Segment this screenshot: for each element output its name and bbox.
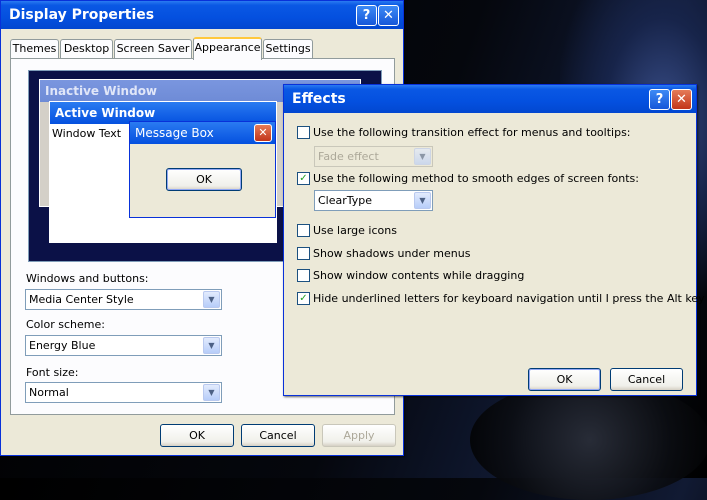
help-button[interactable]: ? <box>649 89 670 110</box>
drag-contents-label: Show window contents while dragging <box>313 269 525 282</box>
close-icon: ✕ <box>254 124 272 142</box>
check-icon[interactable]: ✓ <box>297 292 310 305</box>
window-title: Display Properties <box>9 7 155 23</box>
smooth-fonts-label: Use the following method to smooth edges… <box>313 172 639 185</box>
tab-themes[interactable]: Themes <box>10 39 59 58</box>
shadows-label: Show shadows under menus <box>313 247 471 260</box>
windows-buttons-label: Windows and buttons: <box>26 272 149 285</box>
preview-message-box-title-text: Message Box <box>135 126 214 140</box>
preview-message-box: Message Box ✕ OK <box>129 121 276 218</box>
font-size-label: Font size: <box>26 366 79 379</box>
close-button[interactable]: ✕ <box>378 5 399 26</box>
effects-title: Effects <box>292 91 346 107</box>
tab-appearance[interactable]: Appearance <box>193 37 262 60</box>
effects-ok-button[interactable]: OK <box>528 368 601 391</box>
checkbox-box[interactable] <box>297 269 310 282</box>
font-size-select[interactable]: Normal ▼ <box>25 382 222 403</box>
windows-buttons-value: Media Center Style <box>29 293 134 306</box>
cancel-button[interactable]: Cancel <box>241 424 315 447</box>
smooth-fonts-value: ClearType <box>318 194 373 207</box>
wallpaper-car-wheel <box>470 380 707 500</box>
display-properties-titlebar[interactable]: Display Properties ? ✕ <box>1 1 403 29</box>
hide-underlines-label: Hide underlined letters for keyboard nav… <box>313 292 705 305</box>
preview-message-box-title: Message Box ✕ <box>130 122 275 144</box>
ok-button[interactable]: OK <box>160 424 234 447</box>
color-scheme-value: Energy Blue <box>29 339 96 352</box>
transition-effect-label: Use the following transition effect for … <box>313 126 631 139</box>
smooth-fonts-select[interactable]: ClearType ▼ <box>314 190 433 211</box>
color-scheme-label: Color scheme: <box>26 318 105 331</box>
transition-effect-value: Fade effect <box>318 150 379 163</box>
chevron-down-icon[interactable]: ▼ <box>203 337 220 354</box>
preview-window-text: Window Text <box>52 127 122 140</box>
checkbox-box[interactable] <box>297 247 310 260</box>
chevron-down-icon[interactable]: ▼ <box>414 192 431 209</box>
tab-settings[interactable]: Settings <box>263 39 313 58</box>
transition-effect-select[interactable]: Fade effect ▼ <box>314 146 433 167</box>
chevron-down-icon[interactable]: ▼ <box>414 148 431 165</box>
help-button[interactable]: ? <box>356 5 377 26</box>
chevron-down-icon[interactable]: ▼ <box>203 291 220 308</box>
check-icon[interactable]: ✓ <box>297 172 310 185</box>
tab-screen-saver[interactable]: Screen Saver <box>114 39 192 58</box>
large-icons-label: Use large icons <box>313 224 397 237</box>
checkbox-box[interactable] <box>297 126 310 139</box>
windows-buttons-select[interactable]: Media Center Style ▼ <box>25 289 222 310</box>
effects-titlebar[interactable]: Effects ? ✕ <box>284 85 696 113</box>
tab-desktop[interactable]: Desktop <box>60 39 113 58</box>
chevron-down-icon[interactable]: ▼ <box>203 384 220 401</box>
close-button[interactable]: ✕ <box>671 89 692 110</box>
color-scheme-select[interactable]: Energy Blue ▼ <box>25 335 222 356</box>
effects-cancel-button[interactable]: Cancel <box>610 368 683 391</box>
checkbox-box[interactable] <box>297 224 310 237</box>
preview-ok-button: OK <box>166 168 242 191</box>
font-size-value: Normal <box>29 386 69 399</box>
apply-button[interactable]: Apply <box>322 424 396 447</box>
effects-dialog: Effects ? ✕ Use the following transition… <box>283 84 705 396</box>
